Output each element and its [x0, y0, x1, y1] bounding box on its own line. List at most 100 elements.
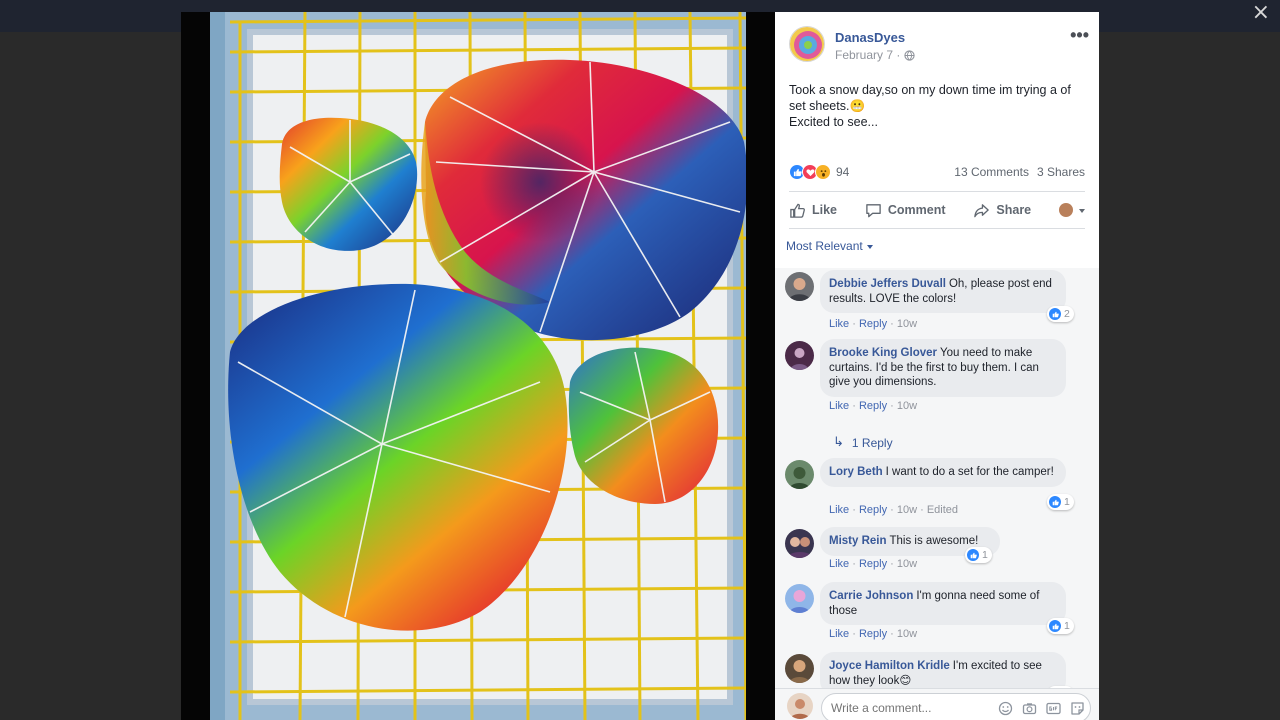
comment-bubble: Brooke King Glover You need to make curta…	[820, 339, 1066, 397]
comment-actions: Like · Reply · 10w	[829, 628, 918, 640]
comment-text: This is awesome!	[889, 535, 979, 547]
share-button[interactable]: Share	[973, 202, 1031, 219]
comment-edited-label[interactable]: Edited	[927, 504, 958, 516]
commenter-name[interactable]: Debbie Jeffers Duvall	[829, 278, 946, 290]
comment-button-label: Comment	[887, 203, 946, 217]
reaction-selector-button[interactable]	[1059, 203, 1085, 217]
tie-dye-photo	[210, 12, 746, 720]
commenter-name[interactable]: Brooke King Glover	[829, 347, 937, 359]
commenter-avatar[interactable]	[785, 584, 814, 613]
composer-icons	[998, 701, 1085, 716]
like-reaction-icon	[1049, 496, 1061, 508]
post-header: DanasDyes February 7 · •••	[789, 26, 1089, 70]
comment-time[interactable]: 10w	[897, 400, 917, 412]
comment-reaction-badge[interactable]: 1	[1047, 494, 1074, 510]
commenter-avatar[interactable]	[785, 341, 814, 370]
sticker-icon[interactable]	[1070, 701, 1085, 716]
comment-reaction-badge[interactable]: 2	[1047, 306, 1074, 322]
reaction-count: 1	[1064, 620, 1070, 632]
comment-list: Debbie Jeffers Duvall Oh, please post end…	[775, 268, 1099, 702]
stats-right: 13 Comments 3 Shares	[954, 165, 1085, 179]
comment-actions: Like · Reply · 10w · Edited	[829, 504, 959, 516]
comment-text: I want to do a set for the camper!	[885, 466, 1054, 478]
comment-reply-link[interactable]: Reply	[859, 558, 887, 570]
commenter-avatar[interactable]	[785, 272, 814, 301]
reaction-summary[interactable]: 94	[789, 164, 849, 180]
chevron-down-icon	[866, 245, 873, 249]
comment-reply-link[interactable]: Reply	[859, 504, 887, 516]
post-photo[interactable]	[210, 12, 746, 720]
globe-icon	[904, 49, 915, 61]
reaction-count: 94	[836, 165, 850, 179]
comment-like-link[interactable]: Like	[829, 558, 849, 570]
like-button[interactable]: Like	[789, 202, 837, 219]
commenter-name[interactable]: Carrie Johnson	[829, 590, 913, 602]
share-button-label: Share	[996, 203, 1032, 217]
comment-reply-link[interactable]: Reply	[859, 628, 887, 640]
like-reaction-icon	[1049, 620, 1061, 632]
comment-like-link[interactable]: Like	[829, 318, 849, 330]
comment-time[interactable]: 10w	[897, 504, 917, 516]
share-icon	[974, 203, 990, 217]
comment-like-link[interactable]: Like	[829, 504, 849, 516]
wow-reaction-icon	[815, 164, 831, 180]
comment-time[interactable]: 10w	[897, 628, 917, 640]
post-side-panel: DanasDyes February 7 · ••• Took a snow d…	[775, 12, 1099, 720]
divider	[789, 191, 1085, 192]
divider	[789, 228, 1085, 229]
replies-count: 1 Reply	[851, 435, 893, 450]
comment-reaction-badge[interactable]: 1	[1047, 618, 1074, 634]
comment-time[interactable]: 10w	[897, 318, 917, 330]
comment-bubble: Carrie Johnson I'm gonna need some of tho…	[820, 582, 1066, 625]
comment-bubble: Lory Beth I want to do a set for the camp…	[820, 458, 1066, 487]
comment-composer	[775, 688, 1099, 720]
like-reaction-icon	[1049, 308, 1061, 320]
reaction-count: 2	[1064, 308, 1070, 320]
thumbs-up-icon	[790, 203, 805, 218]
reply-arrow-icon: ↳	[833, 435, 844, 450]
viewer-avatar	[787, 693, 813, 719]
page-avatar[interactable]	[789, 26, 825, 62]
more-options-icon[interactable]: •••	[1070, 26, 1089, 44]
post-text-line-2: Excited to see...	[789, 115, 878, 129]
post-text: Took a snow day,so on my down time im tr…	[789, 82, 1089, 130]
comment-actions: Like · Reply · 10w	[829, 558, 918, 570]
reaction-count: 1	[982, 549, 988, 561]
comment-actions: Like · Reply · 10w	[829, 400, 918, 412]
view-replies-link[interactable]: ↳ 1 Reply	[833, 435, 893, 450]
post-stats: 94 13 Comments 3 Shares	[789, 162, 1085, 182]
comment-sort-dropdown[interactable]: Most Relevant	[786, 239, 873, 253]
comment-bubble: Debbie Jeffers Duvall Oh, please post end…	[820, 270, 1066, 313]
comment-reply-link[interactable]: Reply	[859, 400, 887, 412]
comment-like-link[interactable]: Like	[829, 400, 849, 412]
comments-count-link[interactable]: 13 Comments	[954, 165, 1029, 179]
gif-icon[interactable]	[1046, 701, 1061, 716]
commenter-name[interactable]: Lory Beth	[829, 466, 883, 478]
commenter-avatar[interactable]	[785, 529, 814, 558]
comment-like-link[interactable]: Like	[829, 628, 849, 640]
emoji-icon[interactable]	[998, 701, 1013, 716]
comment-button[interactable]: Comment	[865, 202, 946, 219]
post-meta: February 7 ·	[835, 48, 915, 62]
commenter-name[interactable]: Misty Rein	[829, 535, 887, 547]
commenter-name[interactable]: Joyce Hamilton Kridle	[829, 660, 950, 672]
comment-reply-link[interactable]: Reply	[859, 318, 887, 330]
post-actions: Like Comment Share	[789, 198, 1085, 222]
close-icon[interactable]: ×	[1252, 2, 1270, 24]
sort-label: Most Relevant	[786, 239, 863, 253]
comment-actions: Like · Reply · 10w	[829, 318, 918, 330]
comment-reaction-badge[interactable]: 1	[965, 547, 992, 563]
commenter-avatar[interactable]	[785, 460, 814, 489]
comment-icon	[866, 203, 881, 217]
post-text-line-1: Took a snow day,so on my down time im tr…	[789, 83, 1071, 113]
page-name-link[interactable]: DanasDyes	[835, 30, 905, 45]
like-button-label: Like	[812, 203, 838, 217]
commenter-avatar[interactable]	[785, 654, 814, 683]
camera-icon[interactable]	[1022, 701, 1037, 716]
like-reaction-icon	[967, 549, 979, 561]
post-date[interactable]: February 7 ·	[835, 48, 900, 62]
reaction-count: 1	[1064, 496, 1070, 508]
shares-count-link[interactable]: 3 Shares	[1037, 165, 1085, 179]
chevron-down-icon	[1079, 209, 1085, 213]
comment-time[interactable]: 10w	[897, 558, 917, 570]
